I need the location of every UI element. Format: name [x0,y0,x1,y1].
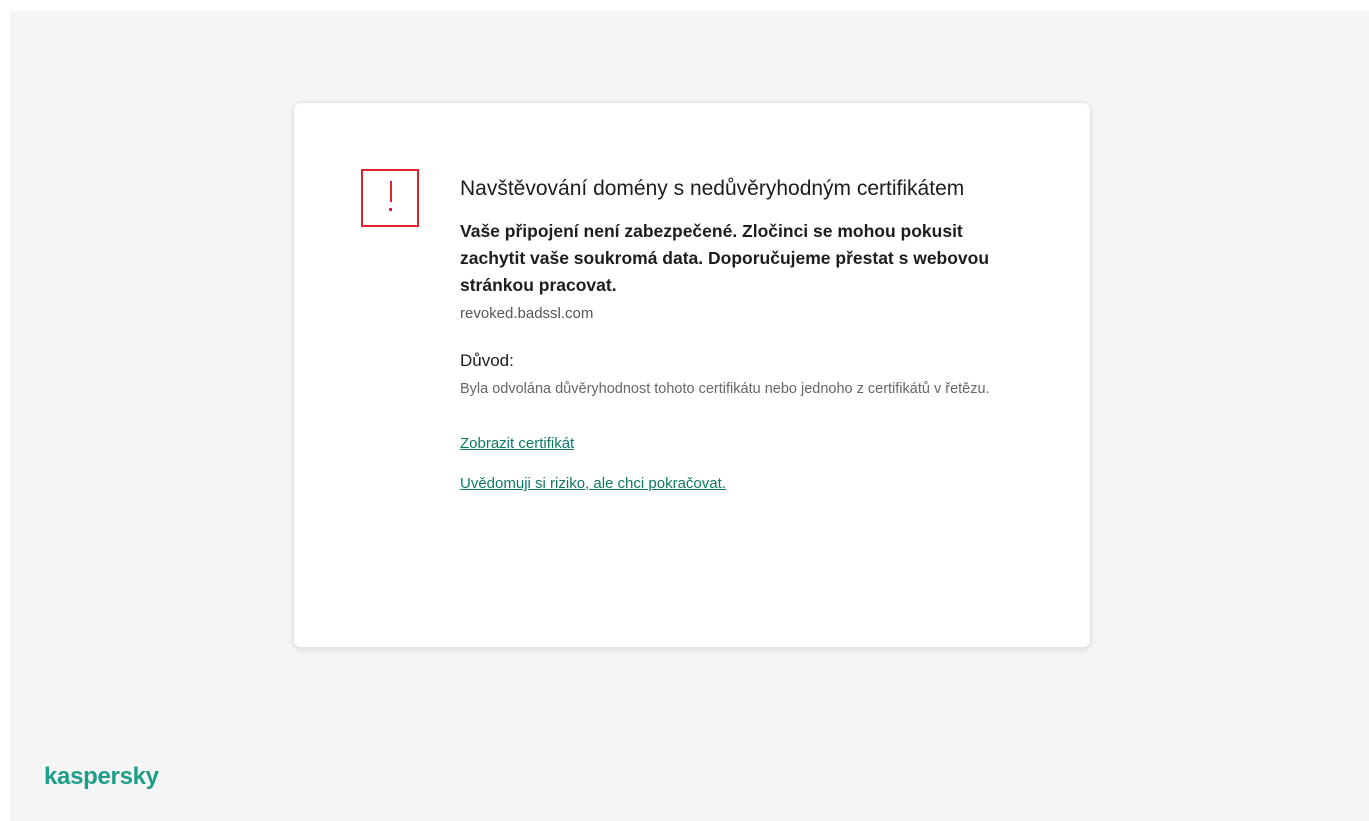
exclamation-dot [389,208,392,211]
warning-exclamation-icon [361,169,419,227]
warning-title: Navštěvování domény s nedůvěryhodným cer… [460,177,965,200]
warning-content: Navštěvování domény s nedůvěryhodným cer… [460,173,1020,495]
exclamation-bar [390,181,392,202]
view-certificate-link[interactable]: Zobrazit certifikát [460,433,1020,455]
continue-anyway-link[interactable]: Uvědomuji si riziko, ale chci pokračovat… [460,473,1020,495]
reason-text: Byla odvolána důvěryhodnost tohoto certi… [460,381,990,397]
page-background: Navštěvování domény s nedůvěryhodným cer… [10,11,1369,821]
reason-heading: Důvod: [460,351,514,370]
blocked-domain: revoked.badssl.com [460,305,594,322]
warning-lead-text: Vaše připojení není zabezpečené. Zločinc… [460,221,990,295]
warning-card: Navštěvování domény s nedůvěryhodným cer… [293,102,1091,648]
kaspersky-logo: kaspersky [44,763,159,790]
